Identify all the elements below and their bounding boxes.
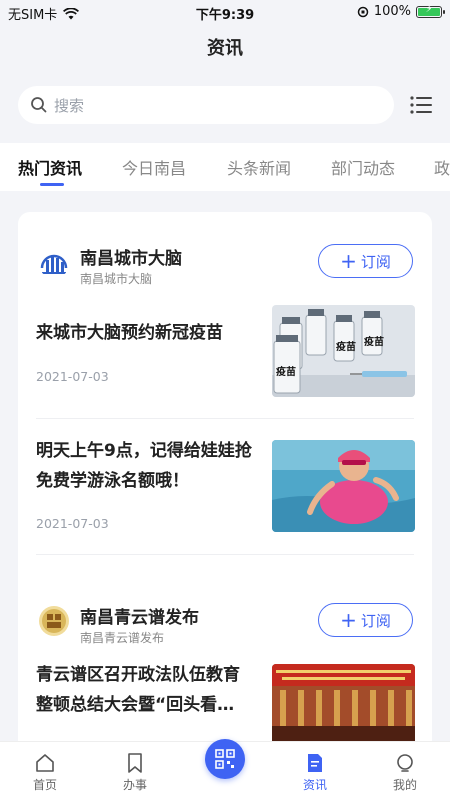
home-icon xyxy=(36,754,54,772)
divider xyxy=(36,418,414,419)
search-bar[interactable]: 搜索 xyxy=(18,86,394,124)
nav-home[interactable]: 首页 xyxy=(15,752,75,793)
tab-hot-news[interactable]: 热门资讯 xyxy=(18,155,82,179)
subscribe-button[interactable]: + 订阅 xyxy=(318,603,413,637)
vaccine-label: 疫苗 xyxy=(336,340,356,353)
battery-icon: ⚡ xyxy=(416,4,445,18)
news-icon xyxy=(308,754,322,772)
meeting-thumbnail[interactable] xyxy=(272,664,415,752)
plus-icon: + xyxy=(340,608,357,632)
qr-scan-button[interactable] xyxy=(205,739,245,779)
swimming-thumbnail[interactable] xyxy=(272,440,415,532)
vaccine-thumbnail[interactable]: 疫苗 疫苗 疫苗 xyxy=(272,305,415,397)
tab-today-nanchang[interactable]: 今日南昌 xyxy=(122,155,186,179)
tab-politics[interactable]: 政 xyxy=(434,155,450,179)
bookmark-icon xyxy=(128,753,142,773)
subscribe-button[interactable]: + 订阅 xyxy=(318,244,413,278)
news-feed-card: 南昌城市大脑 南昌城市大脑 + 订阅 来城市大脑预约新冠疫苗 2021-07-0… xyxy=(18,212,432,752)
orientation-lock-icon xyxy=(357,6,369,17)
active-tab-indicator xyxy=(40,183,64,186)
news-item[interactable]: 来城市大脑预约新冠疫苗 2021-07-03 疫苗 疫苗 疫苗 xyxy=(18,302,432,402)
divider xyxy=(36,554,414,555)
status-bar: 无SIM卡 下午9:39 100% ⚡ xyxy=(0,0,450,24)
bottom-nav: 首页 办事 资讯 我的 xyxy=(0,739,450,801)
tab-headlines[interactable]: 头条新闻 xyxy=(227,155,291,179)
plus-icon: + xyxy=(340,249,357,273)
publisher-header: 南昌城市大脑 南昌城市大脑 + 订阅 xyxy=(18,226,432,296)
news-date: 2021-07-03 xyxy=(36,369,109,384)
svg-text:疫苗: 疫苗 xyxy=(276,365,296,378)
news-item[interactable]: 明天上午9点，记得给娃娃抢免费学游泳名额哦！ 2021-07-03 xyxy=(18,432,432,542)
tab-department-news[interactable]: 部门动态 xyxy=(331,155,395,179)
news-title[interactable]: 青云谱区召开政法队伍教育整顿总结大会暨“回头看… xyxy=(36,660,256,720)
nav-services[interactable]: 办事 xyxy=(105,752,165,793)
news-date: 2021-07-03 xyxy=(36,516,109,531)
publisher-name[interactable]: 南昌城市大脑 xyxy=(80,244,182,269)
nav-profile[interactable]: 我的 xyxy=(375,752,435,793)
publisher-subtitle: 南昌青云谱发布 xyxy=(80,631,165,645)
publisher-name[interactable]: 南昌青云谱发布 xyxy=(80,603,199,628)
battery-percent: 100% xyxy=(373,4,411,19)
svg-text:疫苗: 疫苗 xyxy=(364,335,384,348)
profile-icon xyxy=(397,754,413,772)
search-icon xyxy=(31,97,47,113)
nav-news[interactable]: 资讯 xyxy=(285,752,345,793)
news-title[interactable]: 来城市大脑预约新冠疫苗 xyxy=(36,318,256,348)
publisher-subtitle: 南昌城市大脑 xyxy=(80,272,153,286)
list-menu-icon[interactable] xyxy=(410,95,432,115)
search-placeholder: 搜索 xyxy=(54,96,85,115)
news-title[interactable]: 明天上午9点，记得给娃娃抢免费学游泳名额哦！ xyxy=(36,436,256,496)
category-tabs: 热门资讯 今日南昌 头条新闻 部门动态 政 xyxy=(0,143,450,191)
publisher-header: 南昌青云谱发布 南昌青云谱发布 + 订阅 xyxy=(18,585,432,655)
qr-code-icon xyxy=(215,749,235,769)
city-brain-logo-icon xyxy=(40,254,68,274)
qingyunpu-logo-icon xyxy=(39,606,69,636)
page-title: 资讯 xyxy=(207,38,243,59)
